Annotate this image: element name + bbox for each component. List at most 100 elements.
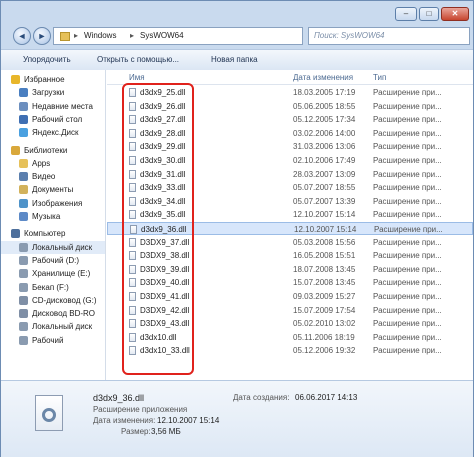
nav-item[interactable]: Изображения (1, 197, 105, 210)
nav-item-label: Apps (32, 158, 51, 168)
nav-item-label: CD-дисковод (G:) (32, 295, 97, 305)
nav-item[interactable]: CD-дисковод (G:) (1, 294, 105, 307)
file-row[interactable]: d3dx9_35.dll 12.10.2007 15:14 Расширение п… (107, 208, 473, 221)
dll-file-icon (129, 183, 136, 193)
file-name: d3dx9_34.dll (140, 196, 186, 206)
file-row[interactable]: d3dx9_34.dll 05.07.2007 13:39 Расширение п… (107, 195, 473, 208)
breadcrumb-windows[interactable]: Windows (84, 31, 116, 40)
column-date[interactable]: Дата изменения (293, 73, 353, 82)
nav-item[interactable]: Избранное (1, 73, 105, 86)
documents-icon (19, 185, 28, 195)
file-row[interactable]: D3DX9_40.dll 15.07.2008 13:45 Расширение п… (107, 276, 473, 289)
navigation-pane: Избранное Загрузки Недавние места Рабочий с… (1, 70, 106, 380)
dll-file-icon (129, 237, 136, 247)
nav-item[interactable]: Рабочий (D:) (1, 254, 105, 267)
file-row[interactable]: D3DX9_42.dll 15.07.2009 17:54 Расширение п… (107, 304, 473, 317)
nav-item[interactable]: Загрузки (1, 86, 105, 99)
file-row[interactable]: D3DX9_39.dll 18.07.2008 13:45 Расширение п… (107, 263, 473, 276)
dll-file-icon (129, 251, 136, 261)
dll-file-icon (129, 264, 136, 274)
search-input[interactable]: Поиск: SysWOW64 (308, 27, 470, 45)
nav-item[interactable]: Локальный диск (1, 320, 105, 333)
nav-item-label: Рабочий (32, 335, 64, 345)
nav-item[interactable]: Недавние места (1, 100, 105, 113)
file-date: 05.12.2005 17:34 (293, 115, 356, 125)
desktop-icon (19, 114, 28, 124)
file-row[interactable]: d3dx9_29.dll 31.03.2006 13:06 Расширение п… (107, 140, 473, 153)
column-header: Имя Дата изменения Тип (107, 70, 473, 85)
file-date: 03.02.2006 14:00 (293, 128, 356, 138)
file-date: 05.11.2006 18:19 (293, 332, 355, 342)
file-name: D3DX9_40.dll (140, 278, 190, 288)
dll-file-icon (130, 225, 137, 234)
file-row[interactable]: d3dx9_36.dll 12.10.2007 15:14 Расширение п… (107, 222, 473, 235)
column-name[interactable]: Имя (129, 73, 145, 82)
nav-item[interactable]: Яндекс.Диск (1, 126, 105, 139)
nav-item[interactable]: Музыка (1, 210, 105, 223)
nav-item-label: Яндекс.Диск (32, 128, 79, 138)
file-name: d3dx9_30.dll (140, 156, 186, 165)
dll-file-icon (129, 115, 136, 125)
dll-file-icon (129, 305, 136, 315)
open-with-button[interactable]: Открыть с помощью... (97, 55, 179, 64)
command-bar: Упорядочить Открыть с помощью... Новая п… (1, 49, 473, 71)
breadcrumb-syswow64[interactable]: SysWOW64 (140, 31, 184, 40)
dll-file-icon (129, 169, 136, 179)
nav-item[interactable]: Документы (1, 183, 105, 196)
maximize-button[interactable]: □ (419, 7, 439, 21)
drive-icon (19, 255, 28, 265)
file-row[interactable]: d3dx9_25.dll 18.03.2005 17:19 Расширение п… (107, 86, 473, 99)
nav-item[interactable]: Apps (1, 157, 105, 170)
file-row[interactable]: D3DX9_41.dll 09.03.2009 15:27 Расширение п… (107, 290, 473, 303)
nav-item[interactable]: Рабочий стол (1, 113, 105, 126)
close-button[interactable]: ✕ (441, 7, 469, 21)
minimize-button[interactable]: – (395, 7, 417, 21)
file-name: d3dx9_33.dll (140, 183, 186, 193)
new-folder-button[interactable]: Новая папка (211, 55, 258, 64)
dll-file-icon (129, 128, 136, 138)
nav-item[interactable]: Бекап (F:) (1, 281, 105, 294)
details-type: Расширение приложения (93, 405, 188, 414)
file-row[interactable]: d3dx9_27.dll 05.12.2005 17:34 Расширение п… (107, 113, 473, 126)
column-type[interactable]: Тип (373, 73, 386, 82)
file-row[interactable]: d3dx9_31.dll 28.03.2007 13:09 Расширение п… (107, 168, 473, 181)
nav-item[interactable]: Дисковод BD-RO (1, 307, 105, 320)
file-name: d3dx9_28.dll (140, 128, 186, 138)
file-type: Расширение при... (374, 225, 443, 234)
file-row[interactable]: D3DX9_37.dll 05.03.2008 15:56 Расширение п… (107, 236, 473, 249)
file-row[interactable]: D3DX9_43.dll 05.02.2010 13:02 Расширение п… (107, 317, 473, 330)
forward-button[interactable]: ► (33, 27, 51, 45)
file-row[interactable]: D3DX9_38.dll 16.05.2008 15:51 Расширение п… (107, 249, 473, 262)
nav-item-label: Недавние места (32, 101, 93, 111)
file-name: d3dx9_31.dll (140, 169, 186, 179)
file-row[interactable]: d3dx9_30.dll 02.10.2006 17:49 Расширение п… (107, 154, 473, 167)
file-type: Расширение при... (373, 101, 442, 111)
dll-file-icon (129, 319, 136, 329)
file-name: d3dx9_36.dll (141, 225, 187, 234)
details-modified-label: Дата изменения: (93, 416, 156, 425)
details-size-label: Размер: (121, 427, 151, 436)
nav-item-label: Рабочий (D:) (32, 255, 80, 265)
nav-item[interactable]: Локальный диск (1, 240, 105, 254)
address-bar[interactable]: ▸ Windows ▸ SysWOW64 (53, 27, 303, 45)
nav-item-label: Избранное (24, 75, 65, 84)
nav-item[interactable]: Хранилище (E:) (1, 267, 105, 280)
file-row[interactable]: d3dx9_33.dll 05.07.2007 18:55 Расширение п… (107, 181, 473, 194)
nav-item-label: Бекап (F:) (32, 282, 69, 292)
file-row[interactable]: d3dx10.dll 05.11.2006 18:19 Расширение при… (107, 331, 473, 344)
nav-item[interactable]: Видео (1, 170, 105, 183)
file-name: D3DX9_41.dll (140, 292, 190, 301)
file-row[interactable]: d3dx9_26.dll 05.06.2005 18:55 Расширение п… (107, 100, 473, 113)
nav-item-label: Библиотеки (24, 145, 68, 155)
file-type: Расширение при... (373, 183, 442, 193)
file-row[interactable]: d3dx10_33.dll 05.12.2006 19:32 Расширение … (107, 344, 473, 357)
file-row[interactable]: d3dx9_28.dll 03.02.2006 14:00 Расширение п… (107, 127, 473, 140)
organize-button[interactable]: Упорядочить (23, 55, 71, 64)
back-button[interactable]: ◄ (13, 27, 31, 45)
downloads-icon (19, 88, 28, 98)
nav-item[interactable]: Рабочий (1, 334, 105, 347)
folder-icon (60, 32, 70, 41)
nav-item[interactable]: Компьютер (1, 227, 105, 240)
music-icon (19, 212, 28, 221)
nav-item[interactable]: Библиотеки (1, 144, 105, 157)
